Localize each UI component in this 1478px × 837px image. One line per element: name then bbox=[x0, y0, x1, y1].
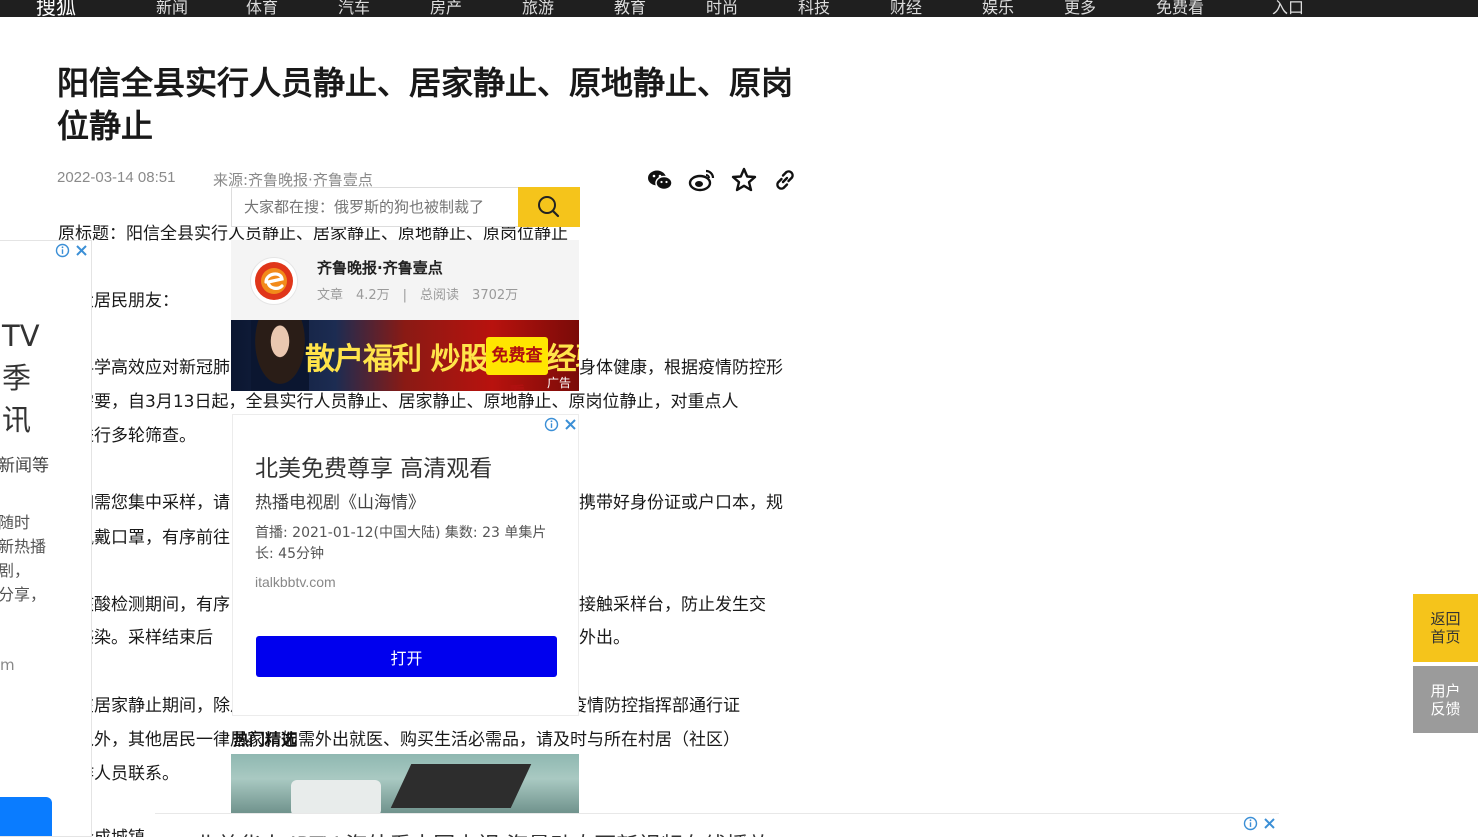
nav-item-education[interactable]: 教育 bbox=[614, 0, 646, 17]
paragraph-line: 核酸检测期间，有序 bbox=[77, 595, 230, 615]
nav-item-finance[interactable]: 财经 bbox=[890, 0, 922, 17]
top-nav-bar: 搜狐 新闻 体育 汽车 房产 旅游 教育 时尚 科技 财经 娱乐 更多 免费看 … bbox=[0, 0, 1478, 17]
left-ad-open-button[interactable] bbox=[0, 797, 52, 836]
left-ad-desc-extra: 随时 新热播 剧， 分享， bbox=[0, 513, 47, 604]
bottom-ad-text: 北美华人 IPTV 海外看中国电视 海量动态更新视频在线播放 bbox=[195, 828, 770, 837]
nav-item-house[interactable]: 房产 bbox=[430, 0, 462, 17]
paragraph-line: 接触采样台，防止发生交 bbox=[579, 595, 766, 615]
back-home-label: 返回首页 bbox=[1430, 610, 1461, 646]
left-ad-desc: 新闻等 bbox=[0, 456, 49, 476]
hot-picks-thumbnail[interactable] bbox=[231, 754, 579, 816]
adchoices-icon[interactable] bbox=[55, 243, 70, 258]
paragraph-line: 感染。采样结束后 bbox=[77, 628, 213, 648]
paragraph-line: 外出。 bbox=[579, 628, 630, 648]
site-logo[interactable]: 搜狐 bbox=[36, 0, 76, 17]
video-ad-domain: italkbbtv.com bbox=[255, 574, 336, 590]
wechat-share-icon[interactable] bbox=[646, 166, 674, 194]
nav-item-fashion[interactable]: 时尚 bbox=[706, 0, 738, 17]
video-ad-subtitle: 热播电视剧《山海情》 bbox=[255, 493, 425, 513]
left-ad-title: TV 季 讯 bbox=[2, 319, 40, 437]
nav-item-auto[interactable]: 汽车 bbox=[338, 0, 370, 17]
copy-link-icon[interactable] bbox=[771, 166, 799, 194]
author-card[interactable]: 齐鲁晚报·齐鲁壹点 文章 4.2万 | 总阅读 3702万 bbox=[231, 240, 579, 320]
search-box bbox=[231, 187, 580, 227]
ad-close-icon[interactable] bbox=[74, 243, 89, 258]
article-title: 阳信全县实行人员静止、居家静止、原地静止、原岗位静止 bbox=[57, 64, 794, 145]
nav-item-news[interactable]: 新闻 bbox=[156, 0, 188, 17]
favorite-star-icon[interactable] bbox=[730, 166, 758, 194]
qilu-logo-icon bbox=[255, 262, 293, 300]
ad-close-icon[interactable] bbox=[1262, 816, 1277, 831]
paragraph-line: 如需您集中采样，请 bbox=[77, 493, 230, 513]
thumbnail-shape bbox=[291, 780, 381, 816]
video-ad-card[interactable]: 北美免费尊享 高清观看 热播电视剧《山海情》 首播: 2021-01-12(中国… bbox=[232, 414, 579, 716]
feedback-button[interactable]: 用户反馈 bbox=[1413, 666, 1478, 733]
author-name[interactable]: 齐鲁晚报·齐鲁壹点 bbox=[317, 257, 443, 278]
search-input[interactable] bbox=[232, 188, 518, 226]
bottom-ad-bar[interactable]: 北美华人 IPTV 海外看中国电视 海量动态更新视频在线播放 bbox=[155, 813, 1279, 837]
search-icon bbox=[538, 196, 560, 218]
banner-person-image bbox=[251, 320, 309, 391]
paragraph-line: 科学高效应对新冠肺 bbox=[77, 358, 230, 378]
paragraph-line: 大居民朋友： bbox=[77, 291, 179, 311]
paragraph-line: 进行多轮筛查。 bbox=[77, 426, 196, 446]
nav-item-more[interactable]: 更多 bbox=[1064, 0, 1096, 17]
video-ad-title: 北美免费尊享 高清观看 bbox=[255, 456, 493, 482]
author-stats: 文章 4.2万 | 总阅读 3702万 bbox=[317, 288, 519, 303]
left-side-ad[interactable]: TV 季 讯 新闻等 随时 新热播 剧， 分享， m bbox=[0, 240, 92, 837]
ad-close-icon[interactable] bbox=[563, 417, 578, 432]
thumbnail-shape bbox=[390, 764, 532, 808]
paragraph-line: 入外，其他居民一律居家。如需外出就医、购买生活必需品，请及时与所在村居（社区） bbox=[77, 730, 740, 750]
paragraph-line: 佩戴口罩，有序前往 bbox=[77, 528, 230, 548]
video-ad-description: 首播: 2021-01-12(中国大陆) 集数: 23 单集片长: 45分钟 bbox=[255, 525, 547, 562]
adchoices-icon[interactable] bbox=[544, 417, 559, 432]
weibo-share-icon[interactable] bbox=[688, 166, 716, 194]
paragraph-line: 身体健康，根据疫情防控形 bbox=[579, 358, 783, 378]
search-button[interactable] bbox=[518, 187, 580, 227]
ad-label: 广告 bbox=[547, 376, 572, 390]
hot-picks-heading: 热门精选 bbox=[233, 730, 298, 749]
nav-item-tech[interactable]: 科技 bbox=[798, 0, 830, 17]
video-ad-open-button[interactable]: 打开 bbox=[256, 636, 557, 677]
nav-item-entry[interactable]: 入口 bbox=[1272, 0, 1304, 17]
paragraph-line: 携带好身份证或户口本，规 bbox=[579, 493, 783, 513]
paragraph-line: 需要，自3月13日起，全县实行人员静止、居家静止、原地静止、原岗位静止，对重点人 bbox=[77, 392, 739, 412]
left-ad-domain: m bbox=[0, 656, 15, 674]
adchoices-icon[interactable] bbox=[1243, 816, 1258, 831]
nav-item-entertainment[interactable]: 娱乐 bbox=[982, 0, 1014, 17]
paragraph-line: 作人员联系。 bbox=[77, 764, 179, 784]
feedback-label: 用户反馈 bbox=[1430, 682, 1461, 718]
nav-item-travel[interactable]: 旅游 bbox=[522, 0, 554, 17]
author-avatar[interactable] bbox=[250, 257, 298, 305]
stock-banner-ad[interactable]: 散户福利 炒股实战经验 免费查看 广告 bbox=[231, 320, 579, 391]
publish-date: 2022-03-14 08:51 bbox=[57, 169, 176, 186]
nav-item-sports[interactable]: 体育 bbox=[246, 0, 278, 17]
banner-ad-cta[interactable]: 免费查看 bbox=[486, 337, 548, 391]
back-home-button[interactable]: 返回首页 bbox=[1413, 594, 1478, 662]
nav-item-free[interactable]: 免费看 bbox=[1156, 0, 1204, 17]
